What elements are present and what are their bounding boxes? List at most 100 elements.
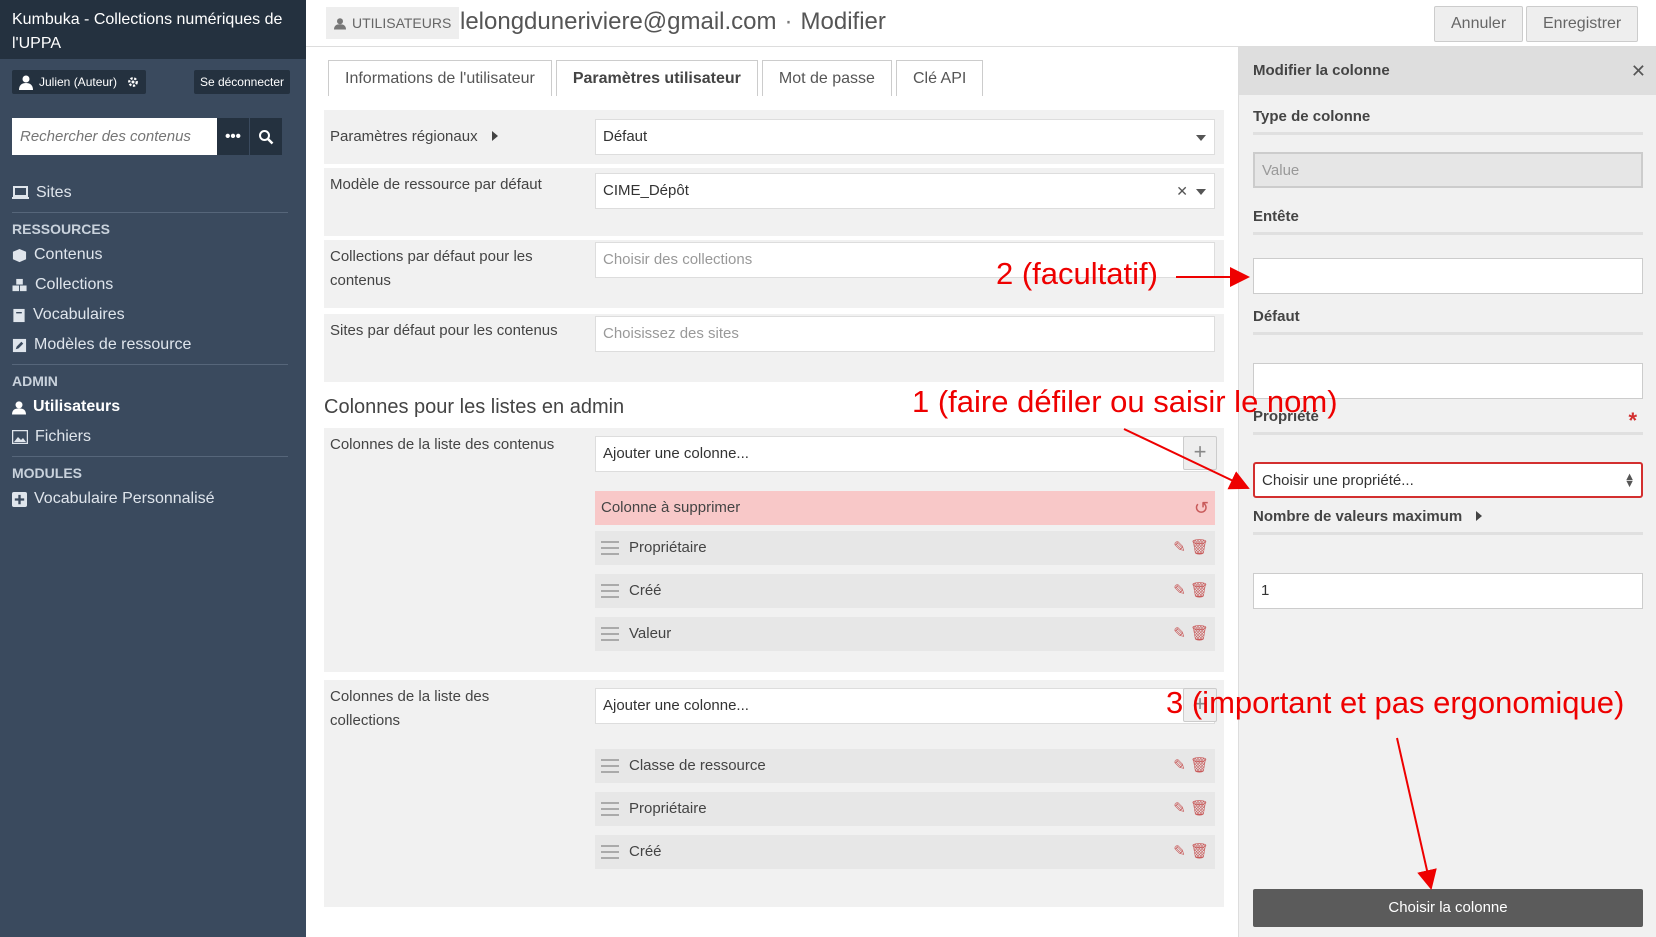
pencil-square-icon	[12, 338, 27, 352]
items-add-column-select[interactable]: Ajouter une colonne... ▲▼	[595, 436, 1215, 472]
panel-header: Modifier la colonne ✕	[1239, 47, 1656, 95]
breadcrumb[interactable]: UTILISATEURS	[326, 7, 460, 39]
pencil-icon[interactable]: ✎	[1173, 800, 1186, 817]
header-label: Entête	[1253, 205, 1643, 235]
default-label: Défaut	[1253, 305, 1643, 335]
field-items-columns: Colonnes de la liste des contenus Ajoute…	[324, 428, 1224, 672]
chevron-down-icon	[1196, 189, 1206, 195]
save-button[interactable]: Enregistrer	[1526, 6, 1639, 42]
page-title: lelongduneriviere@gmail.com · Modifier	[460, 8, 886, 36]
tab-password[interactable]: Mot de passe	[761, 60, 892, 96]
property-select[interactable]: Choisir une propriété... ▲ ▼	[1253, 462, 1643, 498]
tab-api-key[interactable]: Clé API	[895, 60, 984, 96]
field-max-values: Nombre de valeurs maximum	[1253, 505, 1643, 535]
logout-button[interactable]: Se déconnecter	[193, 70, 290, 94]
sidebar-item-utilisateurs[interactable]: Utilisateurs	[12, 392, 288, 422]
field-default: Défaut	[1253, 305, 1643, 335]
collections-label: Collections par défaut pour les contenus	[330, 248, 533, 289]
column-row: Créé ✎ 🗑	[595, 574, 1215, 608]
tab-user-settings[interactable]: Paramètres utilisateur	[555, 60, 758, 96]
drag-handle-icon[interactable]	[601, 541, 619, 559]
sites-input[interactable]: Choisissez des sites	[595, 316, 1215, 352]
field-header: Entête	[1253, 205, 1643, 235]
field-column-type: Type de colonne	[1253, 105, 1643, 135]
sidebar-item-vocab-perso[interactable]: Vocabulaire Personnalisé	[12, 484, 288, 514]
add-column-placeholder: Ajouter une colonne...	[603, 445, 749, 462]
caret-right-icon[interactable]	[491, 131, 498, 141]
search-input[interactable]	[12, 118, 217, 155]
sidebar-item-sites[interactable]: Sites	[12, 178, 288, 208]
section-modules: MODULES	[12, 456, 288, 484]
column-name: Propriétaire	[629, 800, 707, 817]
pencil-icon[interactable]: ✎	[1173, 625, 1186, 642]
sidebar-item-label: Vocabulaire Personnalisé	[34, 490, 215, 507]
gear-icon	[128, 77, 138, 87]
advanced-search-button[interactable]: •••	[217, 118, 249, 155]
template-select[interactable]: CIME_Dépôt ✕	[595, 173, 1215, 209]
trash-icon[interactable]: 🗑	[1190, 843, 1209, 860]
sidebar-item-fichiers[interactable]: Fichiers	[12, 422, 288, 452]
row-actions: ✎ 🗑	[1173, 617, 1209, 651]
collections-columns-label: Colonnes de la liste des collections	[330, 688, 490, 729]
column-name: Valeur	[629, 625, 672, 642]
header-input[interactable]	[1253, 258, 1643, 294]
sidebar-item-modeles[interactable]: Modèles de ressource	[12, 330, 288, 360]
row-actions: ✎ 🗑	[1173, 835, 1209, 869]
collections-add-column-select[interactable]: Ajouter une colonne... ▲▼	[595, 688, 1215, 724]
row-actions: ✎ 🗑	[1173, 574, 1209, 608]
clear-icon[interactable]: ✕	[1176, 174, 1188, 208]
cancel-button[interactable]: Annuler	[1434, 6, 1524, 42]
pencil-icon[interactable]: ✎	[1173, 539, 1186, 556]
drag-handle-icon[interactable]	[601, 845, 619, 863]
image-icon	[12, 430, 28, 444]
plus-square-icon	[12, 491, 27, 507]
column-type-input: Value	[1253, 152, 1643, 188]
field-regional: Paramètres régionaux Défaut	[324, 110, 1224, 164]
sidebar-item-contenus[interactable]: Contenus	[12, 240, 288, 270]
settings-button[interactable]	[120, 70, 146, 94]
regional-label: Paramètres régionaux	[330, 128, 478, 145]
user-icon	[334, 17, 346, 29]
regional-value: Défaut	[603, 128, 648, 145]
pencil-icon[interactable]: ✎	[1173, 843, 1186, 860]
close-icon[interactable]: ✕	[1631, 47, 1646, 95]
annotation-3: 3 (important et pas ergonomique)	[1166, 685, 1625, 720]
field-default-sites: Sites par défaut pour les contenus Chois…	[324, 314, 1224, 382]
trash-icon[interactable]: 🗑	[1190, 800, 1209, 817]
regional-select[interactable]: Défaut	[595, 119, 1215, 155]
site-brand[interactable]: Kumbuka - Collections numériques de l'UP…	[0, 0, 306, 59]
max-values-input[interactable]: 1	[1253, 573, 1643, 609]
drag-handle-icon[interactable]	[601, 627, 619, 645]
column-type-label: Type de colonne	[1253, 105, 1643, 135]
drag-handle-icon[interactable]	[601, 584, 619, 602]
user-button[interactable]: Julien (Auteur)	[12, 70, 124, 94]
sidebar-item-label: Fichiers	[35, 428, 92, 445]
sidebar-item-vocabulaires[interactable]: Vocabulaires	[12, 300, 288, 330]
pencil-icon[interactable]: ✎	[1173, 757, 1186, 774]
title-separator: ·	[784, 8, 793, 35]
panel-title: Modifier la colonne	[1253, 62, 1390, 79]
sites-label: Sites par défaut pour les contenus	[330, 322, 558, 339]
sidebar: Kumbuka - Collections numériques de l'UP…	[0, 0, 306, 937]
book-icon	[13, 308, 25, 322]
pencil-icon[interactable]: ✎	[1173, 582, 1186, 599]
drag-handle-icon[interactable]	[601, 802, 619, 820]
trash-icon[interactable]: 🗑	[1190, 582, 1209, 599]
tab-user-info[interactable]: Informations de l'utilisateur	[328, 60, 552, 96]
laptop-icon	[12, 186, 29, 199]
trash-icon[interactable]: 🗑	[1190, 539, 1209, 556]
tab-bar: Informations de l'utilisateur Paramètres…	[328, 60, 984, 96]
page-action: Modifier	[800, 8, 886, 35]
caret-right-icon[interactable]	[1476, 511, 1483, 521]
trash-icon[interactable]: 🗑	[1190, 757, 1209, 774]
field-collections-columns: Colonnes de la liste des collections Ajo…	[324, 680, 1224, 907]
search-button[interactable]	[250, 118, 282, 155]
choose-column-button[interactable]: Choisir la colonne	[1253, 889, 1643, 927]
trash-icon[interactable]: 🗑	[1190, 625, 1209, 642]
max-values-label: Nombre de valeurs maximum	[1253, 505, 1643, 535]
undo-icon[interactable]: ↺	[1194, 491, 1209, 525]
drag-handle-icon[interactable]	[601, 759, 619, 777]
add-column-button[interactable]: +	[1183, 436, 1217, 470]
updown-icon: ▲▼	[1624, 471, 1635, 490]
sidebar-item-collections[interactable]: Collections	[12, 270, 288, 300]
